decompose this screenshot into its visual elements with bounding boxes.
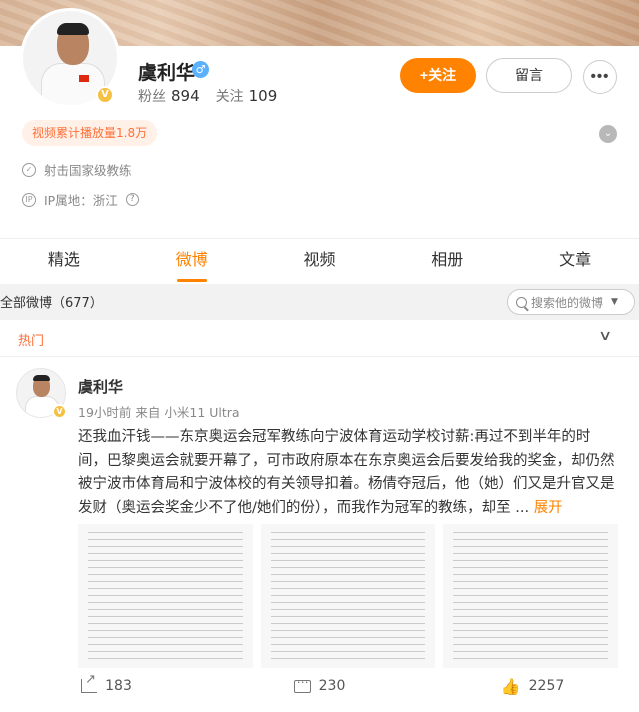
profile-stats: 粉丝 894 关注 109 (138, 86, 293, 106)
fans-count[interactable]: 894 (171, 87, 200, 105)
search-placeholder: 搜索他的微博 (531, 295, 604, 310)
post-image-document-1[interactable] (78, 524, 253, 668)
comment-button[interactable]: 230 (213, 672, 426, 700)
post-actions: 183 230 👍 2257 (0, 672, 639, 700)
chevron-down-icon[interactable]: ▼ (611, 297, 618, 307)
verified-badge-icon: V (52, 404, 67, 419)
fans-label[interactable]: 粉丝 (138, 89, 166, 105)
video-play-count-badge: 视频累计播放量1.8万 (22, 120, 158, 146)
chevron-down-icon[interactable]: ∨ (598, 328, 612, 344)
post-meta: 19小时前 来自 小米11 Ultra (78, 402, 240, 421)
profile-info-ip: IP IP属地：浙江 ? (22, 190, 139, 209)
all-weibo-count[interactable]: 全部微博（677） (0, 292, 103, 311)
search-icon (516, 296, 527, 308)
profile-info-verification: ✓ 射击国家级教练 (22, 160, 132, 179)
profile-tabs: 精选 微博 视频 相册 文章 (0, 240, 639, 284)
hot-divider (0, 356, 639, 357)
tab-album[interactable]: 相册 (383, 240, 511, 284)
follow-button[interactable]: +关注 (400, 58, 476, 93)
tab-articles[interactable]: 文章 (511, 240, 639, 284)
post-author-name[interactable]: 虞利华 (78, 376, 123, 397)
search-weibo-input[interactable]: 搜索他的微博 ▼ (507, 289, 635, 315)
male-gender-icon: ♂ (192, 61, 209, 78)
verified-badge-icon: V (96, 86, 114, 104)
help-icon[interactable]: ? (125, 193, 139, 206)
follow-label[interactable]: 关注 (216, 89, 244, 105)
tab-featured[interactable]: 精选 (0, 240, 128, 284)
tabs-divider (0, 238, 639, 239)
share-icon (81, 672, 98, 693)
post-source: 来自 小米11 Ultra (135, 405, 240, 420)
post-body: 还我血汗钱——东京奥运会冠军教练向宁波体育运动学校讨薪:再过不到半年的时间，巴黎… (78, 426, 618, 520)
ip-location-icon: IP (22, 192, 36, 207)
like-button[interactable]: 👍 2257 (426, 672, 639, 700)
expand-profile-icon[interactable]: ⌄ (599, 125, 617, 143)
ip-location-text: IP属地：浙江 (44, 193, 118, 208)
expand-post-link[interactable]: 展开 (534, 500, 563, 516)
post-image-document-2[interactable] (260, 524, 436, 668)
tab-video[interactable]: 视频 (256, 240, 384, 284)
profile-name: 虞利华 (138, 62, 196, 84)
share-count: 183 (105, 678, 132, 694)
share-button[interactable]: 183 (0, 672, 213, 700)
post-time[interactable]: 19小时前 (78, 405, 131, 420)
comment-count: 230 (318, 678, 346, 694)
post-image-document-3[interactable] (443, 524, 619, 668)
like-count: 2257 (528, 678, 565, 694)
comment-icon (293, 675, 311, 693)
more-options-button[interactable]: ••• (583, 60, 617, 94)
follow-count[interactable]: 109 (249, 87, 278, 105)
tab-weibo[interactable]: 微博 (128, 240, 256, 284)
post-images (78, 524, 619, 668)
hot-section-label: 热门 (18, 334, 45, 349)
thumbs-up-icon: 👍 (500, 676, 521, 696)
verification-text: 射击国家级教练 (44, 163, 132, 178)
message-button[interactable]: 留言 (486, 58, 572, 93)
verified-shield-icon: ✓ (22, 162, 36, 177)
